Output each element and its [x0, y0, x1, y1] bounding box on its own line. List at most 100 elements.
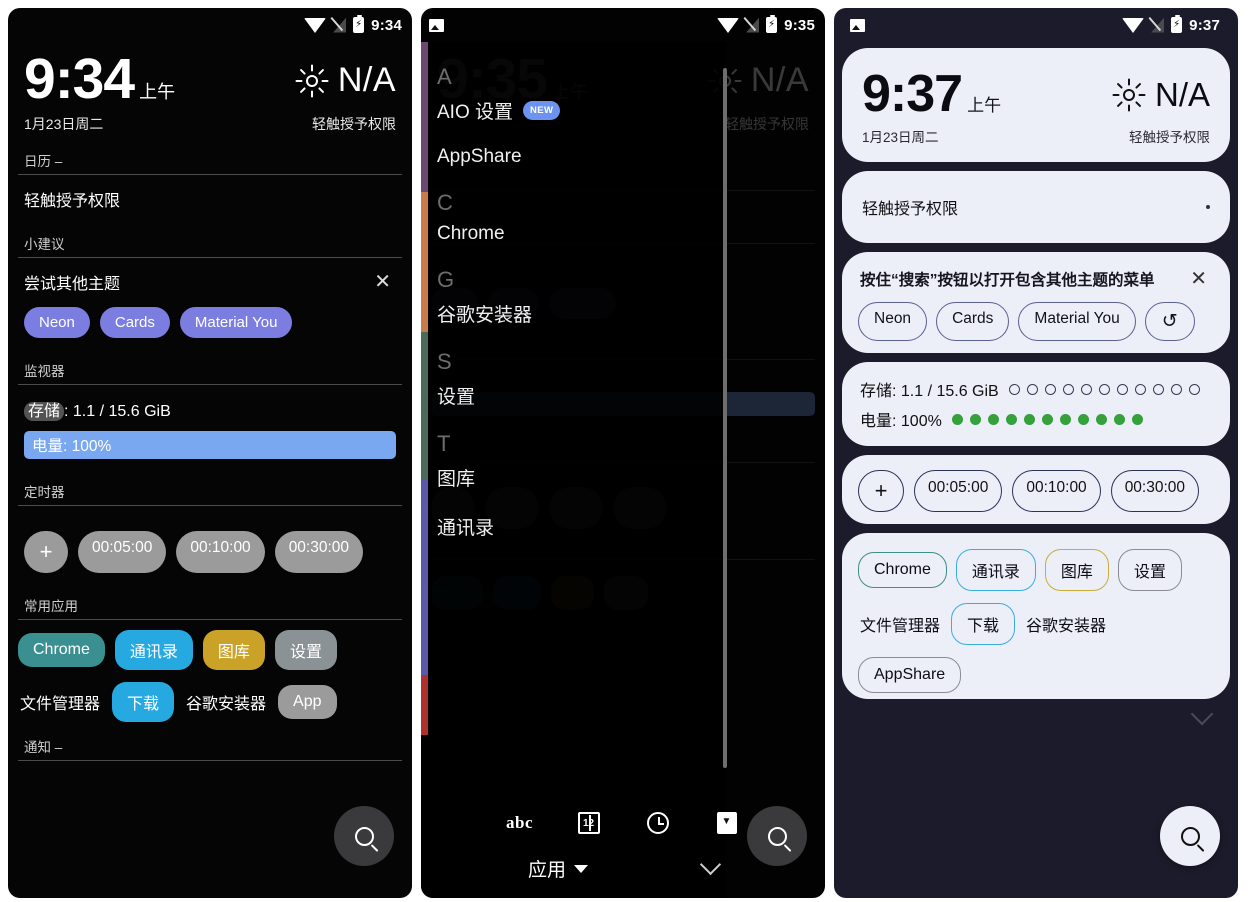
timer-preset-5m[interactable]: 00:05:00	[78, 531, 167, 574]
screenshot-stage: 9:34 9:34 上午	[0, 0, 1256, 902]
section-title-apps: 常用应用	[24, 599, 78, 615]
drawer-scrollbar[interactable]	[723, 68, 727, 768]
weather-widget[interactable]: N/A	[295, 52, 396, 100]
status-bar-clock: 9:35	[784, 16, 815, 34]
drawer-letter-t: T	[437, 431, 451, 456]
weather-value: N/A	[337, 61, 396, 99]
timer-preset-30m[interactable]: 00:30:00	[1110, 470, 1200, 512]
timer-preset-10m[interactable]: 00:10:00	[1012, 470, 1101, 512]
timer-preset-5m[interactable]: 00:05:00	[914, 470, 1003, 512]
collapse-chevron-icon[interactable]	[1190, 702, 1214, 726]
theme-chip-row: Neon Cards Material You	[24, 307, 396, 339]
clock-date: 1月23日周二	[24, 116, 104, 133]
photo-icon	[429, 18, 444, 32]
app-item-file-manager[interactable]: 文件管理器	[858, 604, 942, 644]
status-bar-3: 9:37	[842, 8, 1230, 42]
clock-time: 9:34	[24, 47, 135, 111]
app-drawer-list[interactable]: A AIO 设置 NEW AppShare C Chrome G 谷歌安装器 S	[421, 42, 721, 782]
permission-hint[interactable]: 轻触授予权限	[1129, 126, 1210, 146]
theme-chip-neon[interactable]: Neon	[858, 302, 928, 341]
app-chip-chrome[interactable]: Chrome	[858, 552, 947, 588]
add-timer-button[interactable]: +	[24, 531, 68, 574]
drawer-item-settings[interactable]: 设置	[437, 382, 721, 409]
clock-ampm: 上午	[139, 82, 176, 102]
drawer-item-aio-settings[interactable]: AIO 设置 NEW	[437, 97, 721, 124]
clock-time: 9:37	[862, 65, 963, 123]
search-fab-1[interactable]	[334, 806, 394, 866]
search-icon	[767, 826, 787, 846]
apps-card: Chrome 通讯录 图库 设置 文件管理器 下载 谷歌安装器 AppShare	[842, 533, 1230, 699]
drawer-item-appshare[interactable]: AppShare	[437, 146, 721, 168]
status-bar-1: 9:34	[8, 8, 412, 42]
new-badge: NEW	[523, 101, 561, 120]
drawer-item-label: 谷歌安装器	[437, 305, 533, 326]
permission-hint[interactable]: 轻触授予权限	[312, 114, 396, 134]
phone-panel-material-you: 9:37 9:37 上午	[834, 8, 1238, 898]
theme-chip-cards[interactable]: Cards	[936, 302, 1010, 341]
section-title-calendar: 日历 –	[24, 154, 63, 170]
drawer-item-contacts[interactable]: 通讯录	[437, 513, 721, 540]
theme-chip-cards[interactable]: Cards	[99, 307, 170, 339]
drawer-item-label: 设置	[437, 387, 476, 408]
clock-widget[interactable]: 9:34 上午 N/A	[18, 42, 402, 111]
theme-chip-material-you[interactable]: Material You	[1018, 302, 1136, 341]
wifi-icon	[304, 17, 327, 33]
calendar-permission-card[interactable]: 轻触授予权限	[842, 171, 1230, 243]
app-chip-chrome[interactable]: Chrome	[18, 633, 105, 668]
add-timer-button[interactable]: +	[858, 470, 904, 512]
storage-meter[interactable]: 存储: 1.1 / 15.6 GiB	[24, 397, 396, 422]
battery-meter[interactable]: 电量: 100%	[24, 431, 396, 460]
close-icon[interactable]: ✕	[369, 272, 396, 292]
drawer-item-google-installer[interactable]: 谷歌安装器	[437, 300, 721, 327]
app-chip-appshare[interactable]: App	[278, 685, 337, 720]
abc-sort-icon[interactable]: abc	[506, 810, 533, 836]
app-item-google-installer[interactable]: 谷歌安装器	[184, 682, 268, 722]
drawer-item-gallery[interactable]: 图库	[437, 464, 721, 491]
calendar-permission-row[interactable]: 轻触授予权限	[24, 187, 396, 211]
app-chip-contacts[interactable]: 通讯录	[955, 549, 1036, 591]
ghost-permission: 轻触授予权限	[725, 116, 809, 133]
app-item-file-manager[interactable]: 文件管理器	[18, 682, 102, 722]
download-icon[interactable]	[716, 812, 737, 834]
sun-icon	[295, 64, 329, 97]
collapse-chevron-icon[interactable]	[699, 853, 722, 876]
clock-card[interactable]: 9:37 上午 N/A 1月23日周二 轻触授予权限	[842, 48, 1230, 162]
app-chip-downloads[interactable]: 下载	[951, 603, 1016, 645]
divider	[18, 760, 402, 762]
app-chip-downloads[interactable]: 下载	[112, 682, 175, 723]
app-chip-settings[interactable]: 设置	[1117, 549, 1182, 591]
timer-preset-10m[interactable]: 00:10:00	[176, 531, 265, 574]
monitor-card: 存储: 1.1 / 15.6 GiB 电量: 100%	[842, 362, 1230, 446]
wifi-icon	[1122, 17, 1145, 33]
recent-clock-icon[interactable]	[646, 812, 669, 834]
app-chip-appshare[interactable]: AppShare	[858, 657, 962, 693]
search-fab-2[interactable]	[747, 806, 807, 866]
theme-chip-neon[interactable]: Neon	[24, 307, 90, 339]
battery-meter[interactable]: 电量: 100%	[858, 404, 1214, 434]
clock-ampm: 上午	[967, 96, 1002, 115]
battery-pips	[951, 413, 1143, 425]
signal-off-icon	[746, 17, 760, 33]
timer-preset-30m[interactable]: 00:30:00	[274, 531, 364, 574]
app-chip-settings[interactable]: 设置	[274, 630, 337, 671]
app-chip-contacts[interactable]: 通讯录	[114, 630, 193, 671]
battery-charging-icon	[766, 14, 778, 33]
search-fab-3[interactable]	[1160, 806, 1220, 866]
storage-meter[interactable]: 存储: 1.1 / 15.6 GiB	[858, 374, 1214, 404]
section-tips: 小建议 尝试其他主题 ✕ Neon Cards Material You	[18, 233, 402, 344]
app-chip-gallery[interactable]: 图库	[1044, 549, 1109, 591]
app-item-google-installer[interactable]: 谷歌安装器	[1024, 604, 1108, 644]
drawer-mode-selector[interactable]: 应用	[528, 855, 588, 882]
drawer-item-chrome[interactable]: Chrome	[437, 223, 721, 245]
signal-off-icon	[1151, 17, 1165, 33]
drawer-letter-g: G	[437, 267, 455, 292]
overflow-dot-icon[interactable]	[1206, 205, 1210, 209]
app-chip-gallery[interactable]: 图库	[202, 630, 265, 671]
reset-theme-icon[interactable]: ↺	[1144, 302, 1195, 341]
theme-chip-material-you[interactable]: Material You	[179, 307, 293, 339]
drawer-letter-s: S	[437, 349, 452, 374]
battery-charging-icon	[1171, 14, 1183, 33]
close-icon[interactable]: ✕	[1185, 269, 1212, 289]
number-sort-icon[interactable]: 12	[577, 812, 600, 834]
app-row-2: 文件管理器 下载 谷歌安装器 App	[18, 682, 402, 723]
